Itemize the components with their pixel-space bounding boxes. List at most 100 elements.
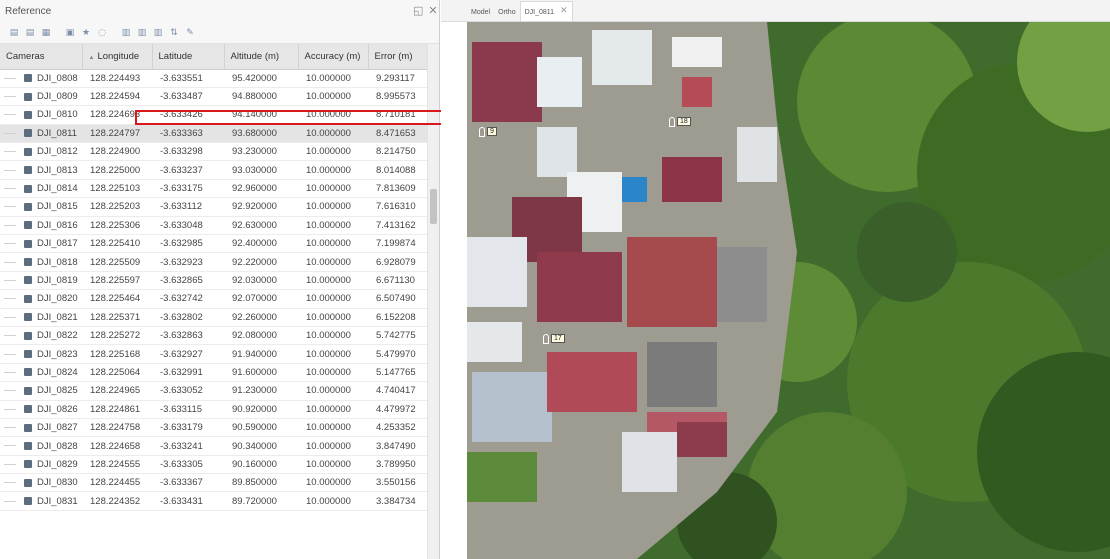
scrollbar-thumb[interactable] <box>430 189 437 224</box>
table-row[interactable]: DJI_0817 128.225410 -3.632985 92.400000 10.0… <box>0 235 427 253</box>
tab-photo[interactable]: DJI_0811 ✕ <box>519 1 573 21</box>
camera-cell: DJI_0818 <box>0 253 82 271</box>
column-header-latitude[interactable]: Latitude <box>152 44 225 70</box>
accuracy-cell: 10.000000 <box>306 183 351 195</box>
filter-icon[interactable]: ⇅ <box>168 27 180 39</box>
camera-icon <box>24 239 32 248</box>
convert-icon[interactable]: ▦ <box>40 27 52 39</box>
longitude-cell: 128.225509 <box>90 256 141 268</box>
table-row[interactable]: DJI_0826 128.224861 -3.633115 90.920000 10.0… <box>0 400 427 419</box>
tree-connector <box>4 77 16 79</box>
table-row[interactable]: DJI_0816 128.225306 -3.633048 92.630000 10.0… <box>0 216 427 235</box>
table-row[interactable]: DJI_0831 128.224352 -3.633431 89.720000 10.0… <box>0 492 427 511</box>
longitude-cell: 128.225000 <box>90 164 141 176</box>
accuracy-cell: 10.000000 <box>306 495 351 507</box>
table-row[interactable]: DJI_0824 128.225064 -3.632991 91.600000 10.0… <box>0 363 427 382</box>
error-cell: 4.479972 <box>376 403 416 415</box>
table-row[interactable]: DJI_0820 128.225464 -3.632742 92.070000 10.0… <box>0 290 427 309</box>
longitude-cell: 128.225203 <box>90 201 141 213</box>
import-icon[interactable]: ▤ <box>8 27 20 39</box>
table-row[interactable]: DJI_0809 128.224594 -3.633487 94.880000 10.0… <box>0 87 427 106</box>
error-cell: 6.507490 <box>376 293 416 305</box>
latitude-cell: -3.633241 <box>160 440 203 452</box>
camera-cell: DJI_0814 <box>0 179 82 197</box>
tree-connector <box>4 96 16 98</box>
table-row[interactable]: DJI_0821 128.225371 -3.632802 92.260000 10.0… <box>0 308 427 327</box>
image-view-pane: Model Ortho DJI_0811 ✕ 9 18 17 <box>441 0 1110 559</box>
close-icon[interactable]: ✕ <box>428 4 437 17</box>
table-row[interactable]: DJI_0823 128.225168 -3.632927 91.940000 10.0… <box>0 345 427 364</box>
camera-cell: DJI_0815 <box>0 198 82 216</box>
camera-label: DJI_0815 <box>37 201 78 213</box>
column-header-error[interactable]: Error (m) <box>368 44 428 70</box>
accuracy-cell: 10.000000 <box>306 256 351 268</box>
tab-model[interactable]: Model <box>467 1 494 21</box>
table-row[interactable]: DJI_0808 128.224493 -3.633551 95.420000 10.0… <box>0 69 427 88</box>
latitude-cell: -3.633052 <box>160 385 203 397</box>
camera-icon <box>24 92 32 101</box>
table-row[interactable]: DJI_0812 128.224900 -3.633298 93.230000 10.0… <box>0 143 427 161</box>
marker-pin-icon <box>479 127 485 137</box>
camera-icon <box>24 441 32 450</box>
latitude-cell: -3.632927 <box>160 348 203 360</box>
error-cell: 8.214750 <box>376 146 416 158</box>
table-row[interactable]: DJI_0813 128.225000 -3.633237 93.030000 10.0… <box>0 161 427 180</box>
marker-pin[interactable]: 9 <box>479 127 497 137</box>
table-row[interactable]: DJI_0830 128.224455 -3.633367 89.850000 10.0… <box>0 474 427 492</box>
table-row[interactable]: DJI_0819 128.225597 -3.632865 92.030000 10.0… <box>0 271 427 290</box>
optimize-icon[interactable]: ◌ <box>96 27 108 39</box>
camera-cell: DJI_0828 <box>0 437 82 455</box>
reference-pane-title: Reference <box>0 0 439 22</box>
view-source-icon[interactable]: ▥ <box>152 27 164 39</box>
table-row[interactable]: DJI_0815 128.225203 -3.633112 92.920000 10.0… <box>0 198 427 217</box>
table-row[interactable]: DJI_0814 128.225103 -3.633175 92.960000 10.0… <box>0 179 427 198</box>
tree-connector <box>4 408 16 410</box>
marker-pin[interactable]: 18 <box>669 117 691 127</box>
camera-cell: DJI_0808 <box>0 69 82 87</box>
altitude-cell: 92.920000 <box>232 201 277 213</box>
export-icon[interactable]: ▤ <box>24 27 36 39</box>
latitude-cell: -3.633551 <box>160 72 203 84</box>
view-estimated-icon[interactable]: ▥ <box>136 27 148 39</box>
tree-connector <box>4 261 16 263</box>
marker-pin-label: 9 <box>487 127 497 136</box>
altitude-cell: 92.400000 <box>232 238 277 250</box>
marker-pin-label: 17 <box>551 334 565 343</box>
error-cell: 9.293117 <box>376 72 415 84</box>
table-row[interactable]: DJI_0827 128.224758 -3.633179 90.590000 10.0… <box>0 418 427 437</box>
camera-cell: DJI_0823 <box>0 345 82 363</box>
table-row[interactable]: DJI_0811 128.224797 -3.633363 93.680000 10.0… <box>0 124 427 143</box>
table-row[interactable]: DJI_0825 128.224965 -3.633052 91.230000 10.0… <box>0 382 427 401</box>
table-row[interactable]: DJI_0828 128.224658 -3.633241 90.340000 10.0… <box>0 437 427 456</box>
star-icon[interactable]: ★ <box>80 27 92 39</box>
clear-icon[interactable]: ✎ <box>184 27 196 39</box>
marker-pin[interactable]: 17 <box>543 334 565 344</box>
error-cell: 4.253352 <box>376 422 416 434</box>
camera-icon <box>24 74 32 83</box>
table-row[interactable]: DJI_0818 128.225509 -3.632923 92.220000 10.0… <box>0 253 427 272</box>
tree-connector <box>4 132 16 134</box>
marker-pin-icon <box>543 334 549 344</box>
column-header-altitude[interactable]: Altitude (m) <box>224 44 299 70</box>
table-row[interactable]: DJI_0829 128.224555 -3.633305 90.160000 10.0… <box>0 455 427 474</box>
camera-label: DJI_0830 <box>37 477 78 489</box>
table-row[interactable]: DJI_0822 128.225272 -3.632863 92.080000 10.0… <box>0 326 427 345</box>
marker-pin-label: 18 <box>677 117 691 126</box>
column-header-cameras[interactable]: Cameras <box>0 44 83 70</box>
camera-label: DJI_0824 <box>37 366 78 378</box>
latitude-cell: -3.633179 <box>160 422 203 434</box>
view-errors-icon[interactable]: ▥ <box>120 27 132 39</box>
aerial-photo[interactable]: 9 18 17 <box>467 22 1110 559</box>
accuracy-cell: 10.000000 <box>306 219 351 231</box>
highlight-annotation-box <box>135 110 460 125</box>
app-window: Reference ◱ ✕ ▤ ▤ ▦ ▣ ★ ◌ ▥ ▥ ▥ ⇅ ✎ Cameras ▲ Longi… <box>0 0 1110 559</box>
column-header-accuracy[interactable]: Accuracy (m) <box>298 44 369 70</box>
restore-icon[interactable]: ◱ <box>413 4 423 17</box>
longitude-cell: 128.225064 <box>90 366 141 378</box>
close-tab-icon[interactable]: ✕ <box>560 6 568 16</box>
longitude-cell: 128.224965 <box>90 385 141 397</box>
accuracy-cell: 10.000000 <box>306 164 351 176</box>
column-header-longitude[interactable]: ▲ Longitude <box>82 44 153 70</box>
settings-icon[interactable]: ▣ <box>64 27 76 39</box>
tab-ortho[interactable]: Ortho <box>494 1 520 21</box>
